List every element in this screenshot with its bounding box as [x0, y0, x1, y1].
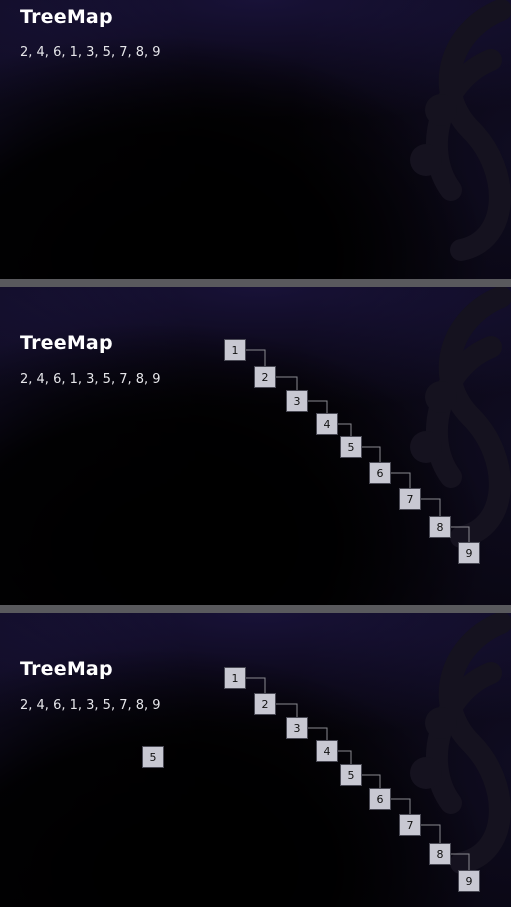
logo-watermark-icon: [410, 0, 511, 261]
node-label: 9: [466, 547, 473, 560]
tree-node-2: 2: [254, 693, 276, 715]
tree-node-7: 7: [399, 814, 421, 836]
tree-node-8: 8: [429, 843, 451, 865]
tree-edge: [337, 750, 352, 765]
node-label: 2: [262, 698, 269, 711]
node-label: 3: [294, 395, 301, 408]
node-label: 6: [377, 793, 384, 806]
tree-edge: [307, 727, 328, 741]
tree-edge: [307, 400, 328, 414]
inserting-node: 5: [142, 746, 164, 768]
tree-node-6: 6: [369, 788, 391, 810]
tree-edge: [245, 349, 266, 367]
tree-node-7: 7: [399, 488, 421, 510]
tree-node-2: 2: [254, 366, 276, 388]
node-label: 1: [232, 344, 239, 357]
tree-diagram: 1 2 3 4 5 6 7 8 9 5: [142, 667, 480, 892]
node-label: 9: [466, 875, 473, 888]
tree-node-5: 5: [340, 436, 362, 458]
tree-edge: [450, 853, 470, 871]
node-label: 7: [407, 819, 414, 832]
frame-divider: [0, 279, 511, 287]
tree-node-3: 3: [286, 717, 308, 739]
tree-edge: [450, 526, 470, 543]
tree-edge: [420, 498, 441, 517]
node-label: 2: [262, 371, 269, 384]
node-label: 4: [324, 418, 331, 431]
tree-node-1: 1: [224, 339, 246, 361]
node-label: 5: [348, 441, 355, 454]
insertion-sequence: 2, 4, 6, 1, 3, 5, 7, 8, 9: [20, 45, 161, 60]
tree-edge: [275, 376, 298, 391]
tree-node-9: 9: [458, 870, 480, 892]
tree-edge: [245, 677, 266, 694]
tree-edge: [390, 798, 411, 815]
tree-node-3: 3: [286, 390, 308, 412]
tree-node-4: 4: [316, 413, 338, 435]
node-label: 7: [407, 493, 414, 506]
node-label: 3: [294, 722, 301, 735]
tree-node-5: 5: [340, 764, 362, 786]
tree-edge: [390, 472, 411, 489]
frame-2: TreeMap 2, 4, 6, 1, 3, 5, 7, 8, 9 123456…: [0, 287, 511, 605]
tree-edge: [361, 774, 381, 789]
node-label: 1: [232, 672, 239, 685]
frame-3: TreeMap 2, 4, 6, 1, 3, 5, 7, 8, 9 123456…: [0, 613, 511, 907]
tree-edge: [361, 446, 381, 463]
tree-diagram: 1 2 3 4 5 6 7 8 9: [224, 339, 480, 564]
tree-node-6: 6: [369, 462, 391, 484]
node-label: 5: [348, 769, 355, 782]
frame-1: TreeMap 2, 4, 6, 1, 3, 5, 7, 8, 9: [0, 0, 511, 279]
tree-node-1: 1: [224, 667, 246, 689]
tree-node-4: 4: [316, 740, 338, 762]
node-label: 6: [377, 467, 384, 480]
node-label: 4: [324, 745, 331, 758]
node-label: 8: [437, 848, 444, 861]
tree-edge: [337, 423, 352, 437]
tree-node-8: 8: [429, 516, 451, 538]
page-title: TreeMap: [20, 6, 113, 28]
tree-edge: [420, 824, 441, 844]
frame-divider: [0, 605, 511, 613]
tree-edge: [275, 703, 298, 718]
tree-node-9: 9: [458, 542, 480, 564]
node-label: 5: [150, 751, 157, 764]
node-label: 8: [437, 521, 444, 534]
